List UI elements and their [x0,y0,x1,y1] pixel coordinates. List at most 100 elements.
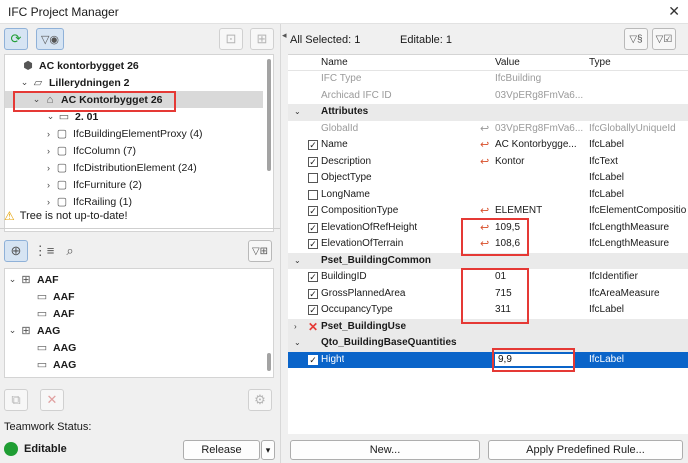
refresh-button[interactable]: ⟳ [4,28,28,50]
export-checkbox[interactable]: ✓ [308,272,318,282]
settings-button[interactable]: ⚙ [248,389,272,411]
system-item[interactable]: ⌄ ⊞ AAF [5,271,263,288]
chevron-right-icon[interactable]: › [43,180,54,190]
tree-item[interactable]: ⌄ ▱ Lillerydningen 2 [5,74,263,91]
tree-item[interactable]: › ▢ IfcFurniture (2) [5,176,263,193]
collapse-left-icon[interactable]: ◂ [282,30,287,41]
list-view-button[interactable]: ⋮≡ [32,240,56,262]
systems-scrollbar[interactable] [267,353,271,371]
export-checkbox[interactable]: ✓ [308,222,318,233]
tree-item[interactable]: ⌄ ⌂ AC Kontorbygget 26 [5,91,263,108]
property-row[interactable]: ✓ GrossPlannedArea 715 IfcAreaMeasure [288,286,688,303]
export-checkbox[interactable] [308,189,318,200]
system-node-icon: ▭ [36,291,48,303]
system-item[interactable]: ▭ AAF [5,305,263,322]
property-group-row[interactable]: › ✕ Pset_BuildingUse [288,318,688,335]
property-group-row[interactable]: ⌄ Qto_BuildingBaseQuantities [288,335,688,352]
property-row[interactable]: ✓ Name ↩ AC Kontorbygge... IfcLabel [288,137,688,154]
property-row[interactable]: LongName IfcLabel [288,187,688,204]
chevron-right-icon[interactable]: › [7,377,18,378]
property-value: 109,5 [495,221,521,233]
tree-item[interactable]: ⬢ AC kontorbygget 26 [5,57,263,74]
property-row[interactable]: IFC Type IfcBuilding [288,71,688,88]
tree-item[interactable]: › ▢ IfcBuildingElementProxy (4) [5,125,263,142]
value-edit-field[interactable]: 9,9 [494,352,574,367]
panel-divider[interactable]: ◂ [280,24,288,463]
filter-systems-button[interactable]: ▽⊞ [248,240,272,262]
title-bar: IFC Project Manager ✕ [0,0,688,24]
chevron-down-icon[interactable]: ⌄ [19,77,30,88]
apply-rule-button[interactable]: Apply Predefined Rule... [488,440,683,460]
property-row[interactable]: ✓ OccupancyType 311 IfcLabel [288,302,688,319]
property-row[interactable]: ✓ ElevationOfRefHeight ↩ 109,5 IfcLengthMeas… [288,220,688,237]
property-row[interactable]: ✓ BuildingID 01 IfcIdentifier [288,269,688,286]
system-item[interactable]: ⌄ ⊞ AAG [5,322,263,339]
property-group-row[interactable]: ⌄ Pset_BuildingCommon [288,252,688,269]
splitter[interactable] [0,228,280,229]
system-item[interactable]: ▭ AAF [5,288,263,305]
system-item[interactable]: ›⊞IFC Systems [5,373,263,378]
release-button[interactable]: Release [183,440,260,460]
spatial-tree[interactable]: ⬢ AC kontorbygget 26 ⌄ ▱ Lillerydningen 2 ⌄ ⌂ A… [4,54,274,232]
locate-button[interactable]: ⊡ [219,28,243,50]
chevron-right-icon[interactable]: › [43,129,54,139]
chevron-right-icon[interactable]: › [294,322,297,331]
release-label: Release [201,444,242,456]
view-filter-button[interactable]: ▽◉ [36,28,64,50]
property-row[interactable]: ✓ Description ↩ Kontor IfcText [288,154,688,171]
column-type[interactable]: Type [589,57,611,68]
export-checkbox[interactable]: ✓ [308,140,318,150]
close-icon[interactable]: ✕ [668,3,680,20]
add-icon: ⧉ [11,392,21,407]
export-checkbox[interactable]: ✓ [308,354,318,365]
column-value[interactable]: Value [495,57,520,68]
tree-item-label: IfcBuildingElementProxy (4) [73,127,203,140]
chevron-down-icon[interactable]: ⌄ [7,325,18,336]
add-system-button[interactable]: ⧉ [4,389,28,411]
property-value: 311 [495,304,511,315]
chevron-down-icon[interactable]: ⌄ [294,256,301,265]
property-row[interactable]: ObjectType IfcLabel [288,170,688,187]
delete-button[interactable]: ✕ [40,389,64,411]
system-item[interactable]: ▭ AAG [5,356,263,373]
property-row[interactable]: ✓ ElevationOfTerrain ↩ 108,6 IfcLengthMeasur… [288,236,688,253]
tree-item[interactable]: › ▢ IfcColumn (7) [5,142,263,159]
export-checkbox[interactable] [308,173,318,183]
export-checkbox[interactable]: ✓ [308,239,318,249]
tree-item[interactable]: › ▢ IfcDistributionElement (24) [5,159,263,176]
chevron-down-icon[interactable]: ⌄ [294,107,301,116]
export-checkbox[interactable]: ✓ [308,156,318,167]
property-group-row[interactable]: ⌄ Attributes [288,104,688,121]
systems-tree[interactable]: ⌄⊞AAF▭AAF▭AAF⌄⊞AAG▭AAG▭AAG›⊞IFC Systems [4,268,274,378]
structure-button[interactable]: ⊞ [250,28,274,50]
chevron-down-icon[interactable]: ⌄ [294,338,301,347]
tree-node-icon: ▢ [56,196,68,208]
chevron-down-icon[interactable]: ⌄ [31,94,42,105]
export-checkbox[interactable]: ✓ [308,206,318,216]
column-name[interactable]: Name [321,57,348,68]
chevron-right-icon[interactable]: › [43,146,54,156]
filter-editable-button[interactable]: ▽☑ [652,28,676,50]
systems-view-button[interactable]: ⊕ [4,240,28,262]
status-text: Editable [24,443,67,455]
property-row[interactable]: ✓ CompositionType ↩ ELEMENT IfcElementCompos… [288,203,688,220]
tree-item-label: AC kontorbygget 26 [39,59,139,72]
chevron-right-icon[interactable]: › [43,197,54,207]
properties-grid[interactable]: Name Value Type IFC Type IfcBuilding Archi… [288,54,688,434]
property-row[interactable]: GlobalId ↩ 03VpERg8FmVa6... IfcGloballyUniq… [288,121,688,138]
filter-properties-button[interactable]: ▽§ [624,28,648,50]
tree-scrollbar[interactable] [267,59,271,171]
system-item[interactable]: ▭ AAG [5,339,263,356]
chevron-down-icon[interactable]: ⌄ [45,111,56,122]
new-button[interactable]: New... [290,440,480,460]
property-row[interactable]: Archicad IFC ID 03VpERg8FmVa6... [288,88,688,105]
chevron-down-icon[interactable]: ⌄ [7,274,18,285]
release-menu-button[interactable]: ▾ [261,440,275,460]
export-checkbox[interactable]: ✓ [308,305,318,315]
chevron-right-icon[interactable]: › [43,163,54,173]
export-checkbox[interactable]: ✓ [308,288,318,299]
tree-item[interactable]: ⌄ ▭ 2. 01 [5,108,263,125]
tree-item[interactable]: › ▢ IfcRailing (1) [5,193,263,210]
property-row[interactable]: ✓ Hight 9,9 IfcLabel [288,351,688,368]
search-button[interactable]: ⌕ [58,240,82,262]
